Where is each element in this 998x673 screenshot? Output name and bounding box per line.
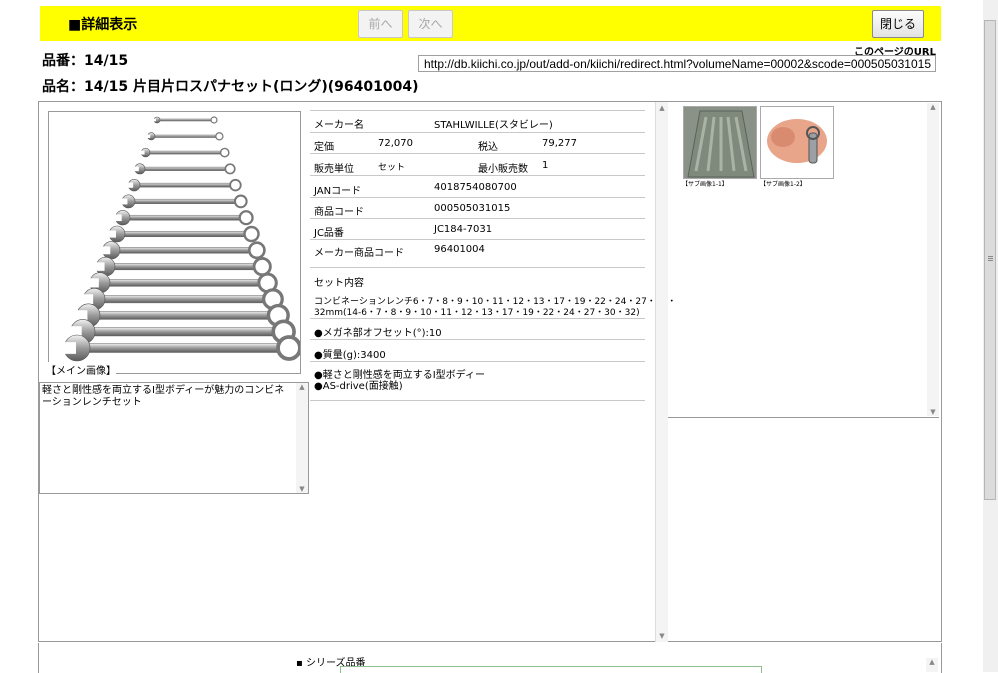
description-box[interactable]: 軽さと剛性感を両立するI型ボディーが魅力のコンビネーションレンチセット bbox=[39, 382, 309, 494]
spec-scrollbar[interactable]: ▲ ▼ bbox=[655, 102, 668, 642]
wrench-shaft bbox=[99, 279, 268, 287]
wrench-jaw-gap bbox=[63, 342, 76, 354]
wrench-ring-end bbox=[243, 225, 260, 243]
price-value: 72,070 bbox=[378, 138, 413, 149]
scroll-up-arrow-icon[interactable]: ▲ bbox=[296, 383, 308, 391]
wrench-ring-end bbox=[247, 241, 266, 260]
product-name: 品名：14/15 片目片ロスパナセット(ロング)(96401004) bbox=[42, 79, 419, 95]
scroll-down-arrow-icon[interactable]: ▼ bbox=[656, 632, 668, 640]
close-button[interactable]: 閉じる bbox=[872, 10, 924, 38]
wrench-case-image bbox=[687, 110, 755, 178]
wrench-jaw-gap bbox=[127, 182, 134, 188]
product-number: 品番：14/15 bbox=[42, 53, 129, 69]
mass-spec: ●質量(g):3400 bbox=[314, 350, 386, 361]
wrench-ring-end bbox=[215, 132, 224, 141]
page-title: ■詳細表示 bbox=[68, 17, 138, 33]
thumbnail-1[interactable] bbox=[683, 106, 757, 179]
wrench-ring-end bbox=[224, 163, 236, 175]
wrench-jaw-gap bbox=[101, 246, 111, 255]
wrench-shaft bbox=[139, 166, 231, 171]
code-label: 商品コード bbox=[314, 207, 364, 218]
minqty-label: 最小販売数 bbox=[478, 164, 528, 175]
thumbnail-2[interactable] bbox=[760, 106, 834, 179]
scroll-down-arrow-icon[interactable]: ▼ bbox=[296, 485, 308, 493]
wrench-shaft bbox=[133, 182, 236, 188]
wrench-jaw-gap bbox=[108, 230, 116, 238]
code-value: 000505031015 bbox=[434, 203, 511, 214]
wrench-shaft bbox=[93, 295, 274, 304]
scroll-up-arrow-icon[interactable]: ▲ bbox=[927, 103, 939, 111]
wrench-ring-end bbox=[238, 210, 254, 226]
minqty-value: 1 bbox=[542, 160, 549, 171]
makercode-label: メーカー商品コード bbox=[314, 248, 404, 259]
unit-label: 販売単位 bbox=[314, 164, 354, 175]
series-scrollbar[interactable]: ▲ bbox=[926, 658, 938, 672]
main-image-caption: 【メイン画像】 bbox=[46, 362, 116, 377]
thumbnail-1-caption: 【サブ画像1-1】 bbox=[682, 181, 728, 188]
wrench-jaw-gap bbox=[146, 134, 151, 138]
wrench-ring-end bbox=[252, 257, 272, 277]
maker-label: メーカー名 bbox=[314, 120, 364, 131]
wrench-ring-end bbox=[276, 335, 300, 361]
wrench-shaft bbox=[111, 247, 258, 254]
scroll-up-arrow-icon[interactable]: ▲ bbox=[926, 658, 938, 666]
toolbar: ■詳細表示 前へ 次へ 閉じる bbox=[40, 6, 941, 41]
maker-value: STAHLWILLE(スタビレー) bbox=[434, 120, 553, 131]
page-scrollbar-thumb[interactable] bbox=[984, 20, 996, 500]
page-scrollbar[interactable] bbox=[983, 0, 998, 672]
set-contents-line2: 32mm(14-6・7・8・9・10・11・12・13・17・19・22・24・… bbox=[314, 308, 640, 318]
wrench-set-image bbox=[63, 116, 300, 362]
tax-label: 税込 bbox=[478, 142, 498, 153]
wrench-ring-end bbox=[219, 147, 230, 158]
scroll-up-arrow-icon[interactable]: ▲ bbox=[656, 104, 668, 112]
scroll-down-arrow-icon[interactable]: ▼ bbox=[927, 408, 939, 416]
wrench-jaw-gap bbox=[120, 198, 128, 205]
wrench-ring-end bbox=[210, 116, 218, 124]
page-url-field[interactable]: http://db.kiichi.co.jp/out/add-on/kiichi… bbox=[418, 55, 936, 72]
description-scrollbar[interactable]: ▲ ▼ bbox=[296, 383, 308, 493]
wrench-shaft bbox=[145, 150, 225, 155]
tax-value: 79,277 bbox=[542, 138, 577, 149]
prev-button[interactable]: 前へ bbox=[358, 10, 403, 38]
makercode-value: 96401004 bbox=[434, 244, 485, 255]
wrench-jaw-gap bbox=[133, 166, 139, 172]
main-image[interactable] bbox=[48, 111, 301, 374]
wrench-jaw-gap bbox=[153, 118, 156, 122]
wrench-shaft bbox=[128, 198, 242, 204]
wrench-shaft bbox=[105, 263, 263, 271]
offset-spec: ●メガネ部オフセット(°):10 bbox=[314, 328, 442, 339]
wrench-shaft bbox=[156, 118, 215, 122]
hand-holding-wrench-image bbox=[767, 119, 827, 164]
price-label: 定価 bbox=[314, 142, 334, 153]
jan-value: 4018754080700 bbox=[434, 182, 517, 193]
thumbnail-2-caption: 【サブ画像1-2】 bbox=[760, 181, 806, 188]
feature-2: ●AS-drive(面接触) bbox=[314, 381, 403, 392]
wrench-ring-end bbox=[229, 178, 242, 192]
wrench-jaw-gap bbox=[75, 310, 88, 321]
wrench-jaw-gap bbox=[114, 214, 122, 221]
wrench-jaw-gap bbox=[82, 294, 94, 305]
wrench-jaw-gap bbox=[140, 150, 145, 155]
jc-value: JC184-7031 bbox=[434, 224, 493, 235]
description-text: 軽さと剛性感を両立するI型ボディーが魅力のコンビネーションレンチセット bbox=[42, 385, 285, 408]
unit-value: セット bbox=[378, 163, 406, 173]
wrench-jaw-gap bbox=[95, 262, 105, 271]
next-button[interactable]: 次へ bbox=[408, 10, 453, 38]
wrench-shaft bbox=[151, 134, 220, 138]
wrench-shaft bbox=[82, 327, 284, 337]
wrench-shaft bbox=[88, 311, 279, 320]
jc-label: JC品番 bbox=[314, 228, 344, 239]
bullet-icon: ▪ bbox=[296, 658, 306, 669]
wrench-shaft bbox=[122, 214, 247, 221]
set-contents-label: セット内容 bbox=[314, 278, 364, 289]
wrench-jaw-gap bbox=[88, 278, 99, 288]
thumbnail-scrollbar[interactable]: ▲ ▼ bbox=[927, 103, 939, 416]
jan-label: JANコード bbox=[314, 186, 362, 197]
wrench-shaft bbox=[76, 343, 290, 353]
wrench-ring-end bbox=[233, 194, 248, 209]
wrench-shaft bbox=[116, 231, 252, 237]
